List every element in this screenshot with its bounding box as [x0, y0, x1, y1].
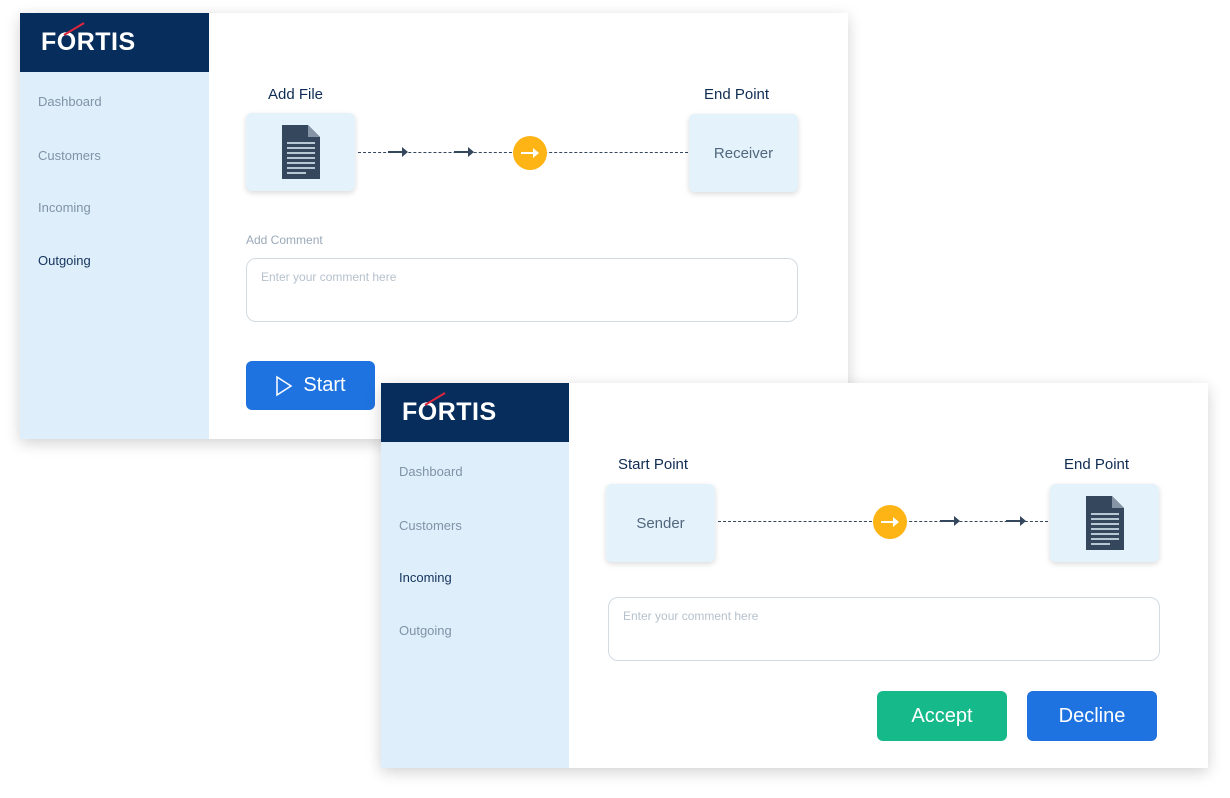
receiver-node[interactable]: Receiver	[689, 114, 798, 192]
received-file[interactable]	[1050, 484, 1159, 562]
main-panel: Start Point End Point Sender Enter your …	[569, 383, 1208, 768]
flow-indicator	[513, 136, 547, 170]
sidebar-item-customers[interactable]: Customers	[38, 148, 101, 163]
sidebar-item-outgoing[interactable]: Outgoing	[38, 253, 91, 268]
start-button[interactable]: Start	[246, 361, 375, 410]
transfer-flow	[718, 505, 1048, 539]
end-point-label: End Point	[1064, 456, 1130, 473]
sidebar-item-incoming[interactable]: Incoming	[399, 570, 452, 585]
decline-button[interactable]: Decline	[1027, 691, 1157, 741]
logo-bar: FORTIS	[20, 13, 209, 72]
incoming-window: FORTIS Dashboard Customers Incoming Outg…	[381, 383, 1208, 768]
sidebar-item-dashboard[interactable]: Dashboard	[399, 464, 463, 479]
logo-text: FORTIS	[402, 398, 497, 426]
main-panel: Add File End Point Receiver Add Comment …	[209, 13, 848, 439]
sidebar-item-incoming[interactable]: Incoming	[38, 200, 91, 215]
document-icon	[281, 125, 320, 179]
add-file-label: Add File	[268, 86, 324, 103]
fortis-logo[interactable]: FORTIS	[402, 392, 497, 427]
arrow-right-icon	[521, 148, 539, 158]
comment-input[interactable]: Enter your comment here	[246, 258, 798, 322]
add-comment-label: Add Comment	[246, 233, 323, 247]
sender-node[interactable]: Sender	[606, 484, 715, 562]
sidebar-item-outgoing[interactable]: Outgoing	[399, 623, 452, 638]
start-button-label: Start	[303, 374, 346, 396]
accept-button-label: Accept	[911, 704, 973, 727]
sidebar: FORTIS Dashboard Customers Incoming Outg…	[381, 383, 569, 768]
fortis-logo[interactable]: FORTIS	[41, 22, 136, 57]
arrow-right-icon	[940, 516, 960, 526]
accept-button[interactable]: Accept	[877, 691, 1007, 741]
logo-swoosh-icon	[63, 22, 85, 36]
logo-bar: FORTIS	[381, 383, 569, 442]
arrow-right-icon	[388, 147, 408, 157]
document-icon	[1085, 496, 1124, 550]
arrow-right-icon	[454, 147, 474, 157]
sidebar-item-customers[interactable]: Customers	[399, 518, 462, 533]
logo-swoosh-icon	[424, 392, 446, 406]
transfer-flow	[358, 136, 688, 170]
flow-indicator	[873, 505, 907, 539]
arrow-right-icon	[1006, 516, 1026, 526]
outgoing-window: FORTIS Dashboard Customers Incoming Outg…	[20, 13, 848, 439]
start-point-label: Start Point	[618, 456, 689, 473]
sidebar-item-dashboard[interactable]: Dashboard	[38, 94, 102, 109]
sidebar: FORTIS Dashboard Customers Incoming Outg…	[20, 13, 209, 439]
comment-input[interactable]: Enter your comment here	[608, 597, 1160, 661]
play-icon	[276, 375, 293, 396]
end-point-label: End Point	[704, 86, 770, 103]
decline-button-label: Decline	[1058, 704, 1126, 727]
add-file-button[interactable]	[246, 113, 355, 191]
arrow-right-icon	[881, 517, 899, 527]
logo-text: FORTIS	[41, 28, 136, 56]
